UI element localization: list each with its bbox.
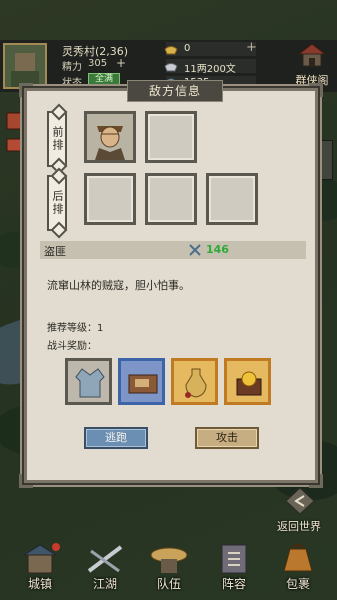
- team-icon: [150, 547, 188, 573]
- nav-bag[interactable]: 包裹: [266, 535, 330, 600]
- attack-button[interactable]: 攻击: [195, 427, 259, 449]
- dialog-corner-ornament: [19, 474, 33, 488]
- book-icon: [128, 374, 158, 394]
- enemy-slot-back-3[interactable]: [206, 173, 258, 225]
- flee-button[interactable]: 逃跑: [84, 427, 148, 449]
- status-badge: 全满: [88, 73, 120, 86]
- reward-item-vase[interactable]: [171, 358, 218, 405]
- mail-icon[interactable]: [4, 134, 26, 156]
- rewards-title: 战斗奖励：: [47, 341, 97, 352]
- player-portrait-icon: [5, 45, 45, 87]
- stamina-add-button[interactable]: +: [116, 56, 126, 70]
- enemy-slot-back-2[interactable]: [145, 173, 197, 225]
- dialog-corner-ornament: [19, 83, 33, 97]
- silver-value: 11两200文: [184, 64, 236, 75]
- nav-formation[interactable]: 阵容: [202, 535, 266, 600]
- reward-item-book[interactable]: [118, 358, 165, 405]
- robe-icon: [75, 368, 105, 398]
- jianghu-icon: [87, 545, 123, 573]
- crossed-swords-icon: [189, 244, 201, 256]
- bandit-portrait-icon: [87, 114, 133, 160]
- nav-jianghu[interactable]: 江湖: [73, 535, 137, 600]
- vase-icon: [185, 368, 207, 398]
- enemy-info-dialog: 敌方信息 前排 后排 盗匪 146 流窜山林的贼寇，胆小怕事。 推荐等级：1 战…: [19, 80, 323, 488]
- town-icon: [22, 543, 60, 574]
- return-arrow-icon: [285, 487, 315, 515]
- ingot-icon: [164, 46, 178, 55]
- nav-bag-label: 包裹: [285, 577, 310, 591]
- enemy-name: 盗匪: [44, 245, 66, 258]
- gold-pill-icon: [236, 371, 262, 396]
- stamina-value: 305: [88, 58, 108, 69]
- reward-item-robe[interactable]: [65, 358, 112, 405]
- return-world-button[interactable]: 返回世界: [268, 486, 330, 536]
- ingot-value: 0: [184, 43, 191, 54]
- formation-icon: [221, 544, 247, 574]
- enemy-slot-back-1[interactable]: [84, 173, 136, 225]
- silver-icon: [164, 63, 178, 72]
- nav-jianghu-label: 江湖: [92, 577, 117, 591]
- return-world-label: 返回世界: [277, 520, 321, 533]
- nav-team[interactable]: 队伍: [137, 535, 201, 600]
- dialog-corner-ornament: [309, 83, 323, 97]
- enemy-info-bar: 盗匪 146: [40, 241, 306, 259]
- enemy-slot-front-1[interactable]: [84, 111, 136, 163]
- nav-town[interactable]: 城镇: [8, 535, 72, 600]
- nav-team-label: 队伍: [156, 577, 181, 591]
- ingot-add-button[interactable]: +: [246, 40, 257, 55]
- bag-icon: [283, 544, 313, 572]
- nav-formation-label: 阵容: [221, 577, 246, 591]
- dialog-title: 敌方信息: [127, 80, 223, 102]
- stamina-label: 精力: [62, 62, 82, 73]
- resource-silver: 11两200文: [164, 59, 256, 75]
- combat-power-value: 146: [206, 243, 229, 256]
- reward-item-gold-pill[interactable]: [224, 358, 271, 405]
- back-row-label: 后排: [47, 175, 67, 231]
- quest-scroll-icon[interactable]: [4, 110, 26, 132]
- pavilion-icon: [297, 43, 327, 67]
- bottom-nav: 城镇 江湖 队伍 阵容 包裹: [0, 535, 337, 600]
- status-label: 状态: [62, 78, 82, 89]
- enemy-slot-front-2[interactable]: [145, 111, 197, 163]
- front-row-label: 前排: [47, 111, 67, 167]
- resource-ingot: 0: [164, 42, 256, 56]
- nav-town-label: 城镇: [27, 577, 52, 591]
- recommended-level: 推荐等级：1: [47, 323, 104, 334]
- enemy-description: 流窜山林的贼寇，胆小怕事。: [47, 279, 190, 292]
